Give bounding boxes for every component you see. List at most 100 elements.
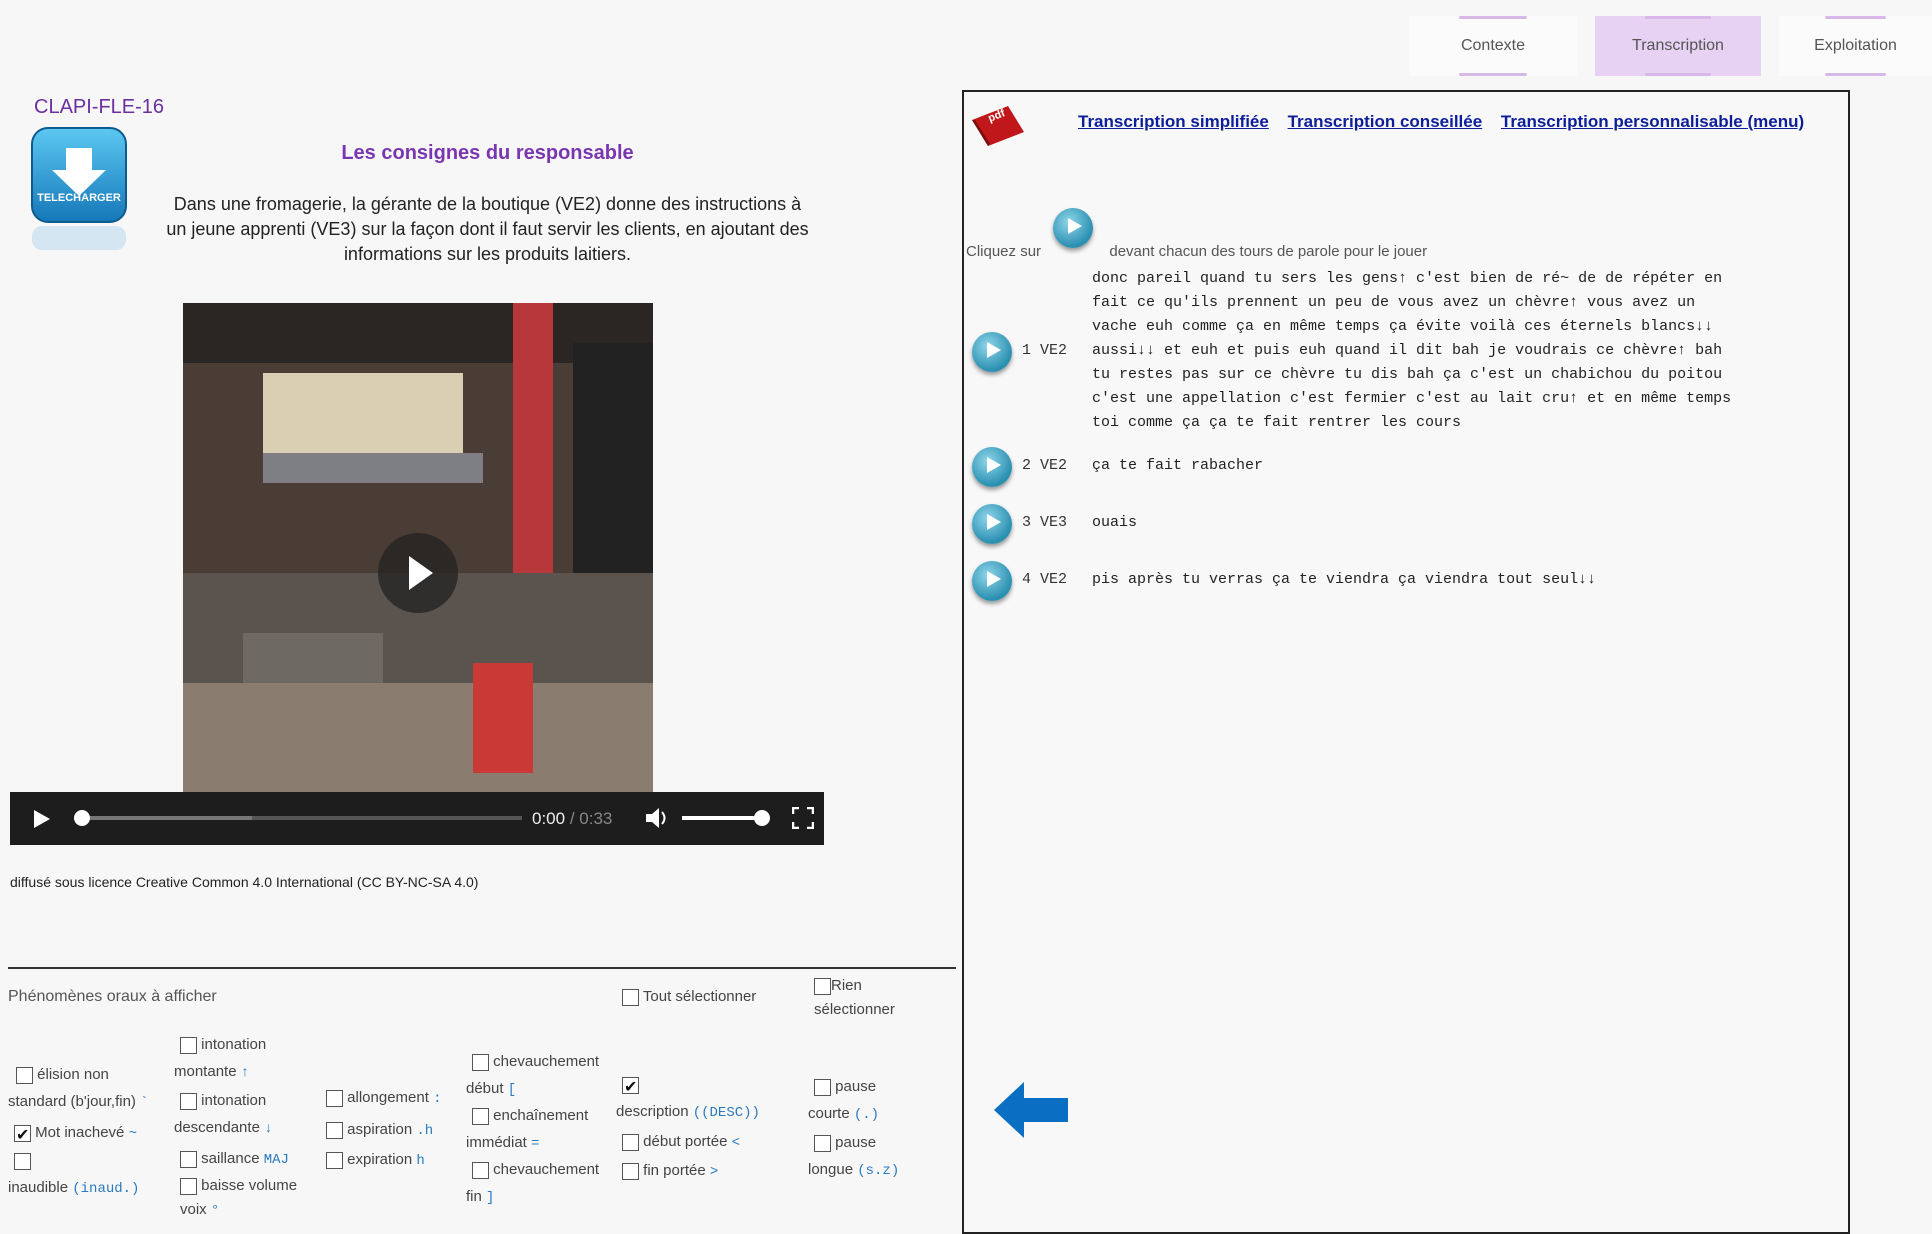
link-transcription-conseillee[interactable]: Transcription conseillée <box>1288 112 1483 131</box>
tab-transcription[interactable]: Transcription <box>1595 16 1761 76</box>
tab-contexte[interactable]: Contexte <box>1409 16 1577 76</box>
description-line: un jeune apprenti (VE3) sur la façon don… <box>166 219 809 239</box>
enchainement-checkbox[interactable] <box>472 1107 489 1125</box>
volume-icon[interactable] <box>644 806 670 830</box>
divider <box>8 967 956 969</box>
pause-courte-checkbox[interactable] <box>814 1078 831 1096</box>
opt-chevauchement-debut[interactable]: chevauchement début [ <box>466 1048 599 1104</box>
corpus-code: CLAPI-FLE-16 <box>34 96 165 118</box>
opt-label: chevauchement <box>493 1161 600 1178</box>
opt-fin-portee[interactable]: fin portée > <box>622 1157 718 1186</box>
phenomena-title: Phénomènes oraux à afficher <box>8 988 217 1005</box>
expiration-checkbox[interactable] <box>326 1151 343 1169</box>
inaudible-checkbox[interactable] <box>14 1152 31 1170</box>
tab-label: Contexte <box>1460 37 1526 54</box>
opt-label: intonation <box>201 1036 267 1053</box>
seek-bar[interactable] <box>74 810 522 826</box>
chevauchement-fin-checkbox[interactable] <box>472 1161 489 1179</box>
page-title: Les consignes du responsable <box>341 142 634 164</box>
opt-symbol: .h <box>416 1123 434 1139</box>
opt-label: Mot inachevé <box>35 1124 125 1141</box>
opt-symbol: ° <box>210 1203 220 1219</box>
opt-baisse-volume[interactable]: baisse volume voix ° <box>180 1174 297 1223</box>
video-frame[interactable] <box>183 303 653 793</box>
turn-text: donc pareil quand tu sers les gens↑ c'es… <box>1092 270 1732 431</box>
opt-symbol: : <box>433 1091 442 1107</box>
turn-play-icon[interactable] <box>972 561 1012 601</box>
opt-label: courte <box>808 1105 850 1122</box>
saillance-checkbox[interactable] <box>180 1150 197 1168</box>
opt-symbol: ↓ <box>264 1121 273 1137</box>
video-controls: 0:00 / 0:33 <box>10 792 824 845</box>
hint-text: devant chacun des tours de parole pour l… <box>1109 243 1428 260</box>
arrow-left-icon <box>992 1080 1070 1140</box>
turn-play-icon[interactable] <box>972 332 1012 372</box>
turn-play-icon[interactable] <box>972 447 1012 487</box>
pdf-button[interactable]: pdf <box>968 104 1028 153</box>
link-transcription-simplifiee[interactable]: Transcription simplifiée <box>1078 112 1269 131</box>
download-button[interactable]: TELECHARGER <box>28 126 148 254</box>
download-icon <box>31 127 127 250</box>
opt-pause-longue[interactable]: pause longue (s.z) <box>808 1129 899 1185</box>
play-icon[interactable] <box>34 810 50 828</box>
tab-exploitation[interactable]: Exploitation <box>1779 16 1932 76</box>
link-transcription-personnalisable[interactable]: Transcription personnalisable (menu) <box>1501 112 1804 131</box>
opt-label: montante <box>174 1063 237 1080</box>
opt-elision[interactable]: élision non standard (b'jour,fin) ` <box>8 1061 149 1117</box>
pause-longue-checkbox[interactable] <box>814 1134 831 1152</box>
opt-symbol: ] <box>486 1190 495 1206</box>
elision-checkbox[interactable] <box>16 1066 33 1084</box>
turn-text: ouais <box>1092 514 1138 531</box>
opt-pause-courte[interactable]: pause courte (.) <box>808 1073 879 1129</box>
transcript-panel <box>962 90 1850 1234</box>
fin-portee-checkbox[interactable] <box>622 1162 639 1180</box>
baisse-volume-checkbox[interactable] <box>180 1177 197 1195</box>
fullscreen-icon[interactable] <box>792 807 814 829</box>
opt-label: baisse volume <box>201 1177 298 1194</box>
opt-mot-inacheve[interactable]: Mot inachevé ~ <box>14 1119 137 1149</box>
description-line: informations sur les produits laitiers. <box>343 244 632 264</box>
mot-inacheve-checkbox[interactable] <box>14 1122 31 1149</box>
intonation-descendante-checkbox[interactable] <box>180 1092 197 1110</box>
debut-portee-checkbox[interactable] <box>622 1133 639 1151</box>
select-none-checkbox[interactable] <box>814 977 831 995</box>
allongement-checkbox[interactable] <box>326 1089 343 1107</box>
opt-saillance[interactable]: saillance MAJ <box>180 1145 289 1174</box>
opt-debut-portee[interactable]: début portée < <box>622 1128 740 1157</box>
seek-handle[interactable] <box>74 810 90 826</box>
chevauchement-debut-checkbox[interactable] <box>472 1053 489 1071</box>
select-none-label: Rien <box>831 977 862 994</box>
opt-allongement[interactable]: allongement : <box>326 1084 441 1113</box>
opt-label: immédiat <box>466 1134 527 1151</box>
opt-aspiration[interactable]: aspiration .h <box>326 1116 433 1145</box>
description-checkbox[interactable] <box>622 1074 639 1101</box>
opt-label: enchaînement <box>493 1107 589 1124</box>
opt-symbol: ((DESC)) <box>692 1105 760 1121</box>
tab-label: Transcription <box>1632 37 1724 54</box>
opt-label: descendante <box>174 1119 260 1136</box>
volume-slider[interactable] <box>682 810 770 826</box>
turn-label: 3 VE3 <box>1022 514 1068 531</box>
select-none[interactable]: Rien sélectionner <box>814 974 895 1022</box>
opt-symbol: (inaud.) <box>72 1181 140 1197</box>
turn-text: pis après tu verras ça te viendra ça vie… <box>1092 571 1597 588</box>
opt-expiration[interactable]: expiration h <box>326 1146 425 1175</box>
opt-chevauchement-fin[interactable]: chevauchement fin ] <box>466 1156 599 1212</box>
opt-intonation-descendante[interactable]: intonation descendante ↓ <box>174 1087 272 1143</box>
opt-inaudible[interactable]: inaudible (inaud.) <box>8 1147 139 1203</box>
opt-label: longue <box>808 1161 854 1178</box>
intonation-montante-checkbox[interactable] <box>180 1036 197 1054</box>
opt-enchainement[interactable]: enchaînement immédiat = <box>466 1102 588 1158</box>
opt-label: saillance <box>201 1150 260 1167</box>
opt-label: pause <box>835 1078 877 1095</box>
opt-symbol: (s.z) <box>857 1163 900 1179</box>
opt-symbol: h <box>416 1153 425 1169</box>
select-all-checkbox[interactable] <box>622 988 639 1006</box>
opt-intonation-montante[interactable]: intonation montante ↑ <box>174 1031 266 1087</box>
select-all[interactable]: Tout sélectionner <box>622 983 756 1010</box>
opt-description[interactable]: description ((DESC)) <box>616 1071 760 1127</box>
video-still <box>183 303 653 793</box>
aspiration-checkbox[interactable] <box>326 1121 343 1139</box>
time-current: 0:00 <box>532 809 566 828</box>
turn-play-icon[interactable] <box>972 504 1012 544</box>
